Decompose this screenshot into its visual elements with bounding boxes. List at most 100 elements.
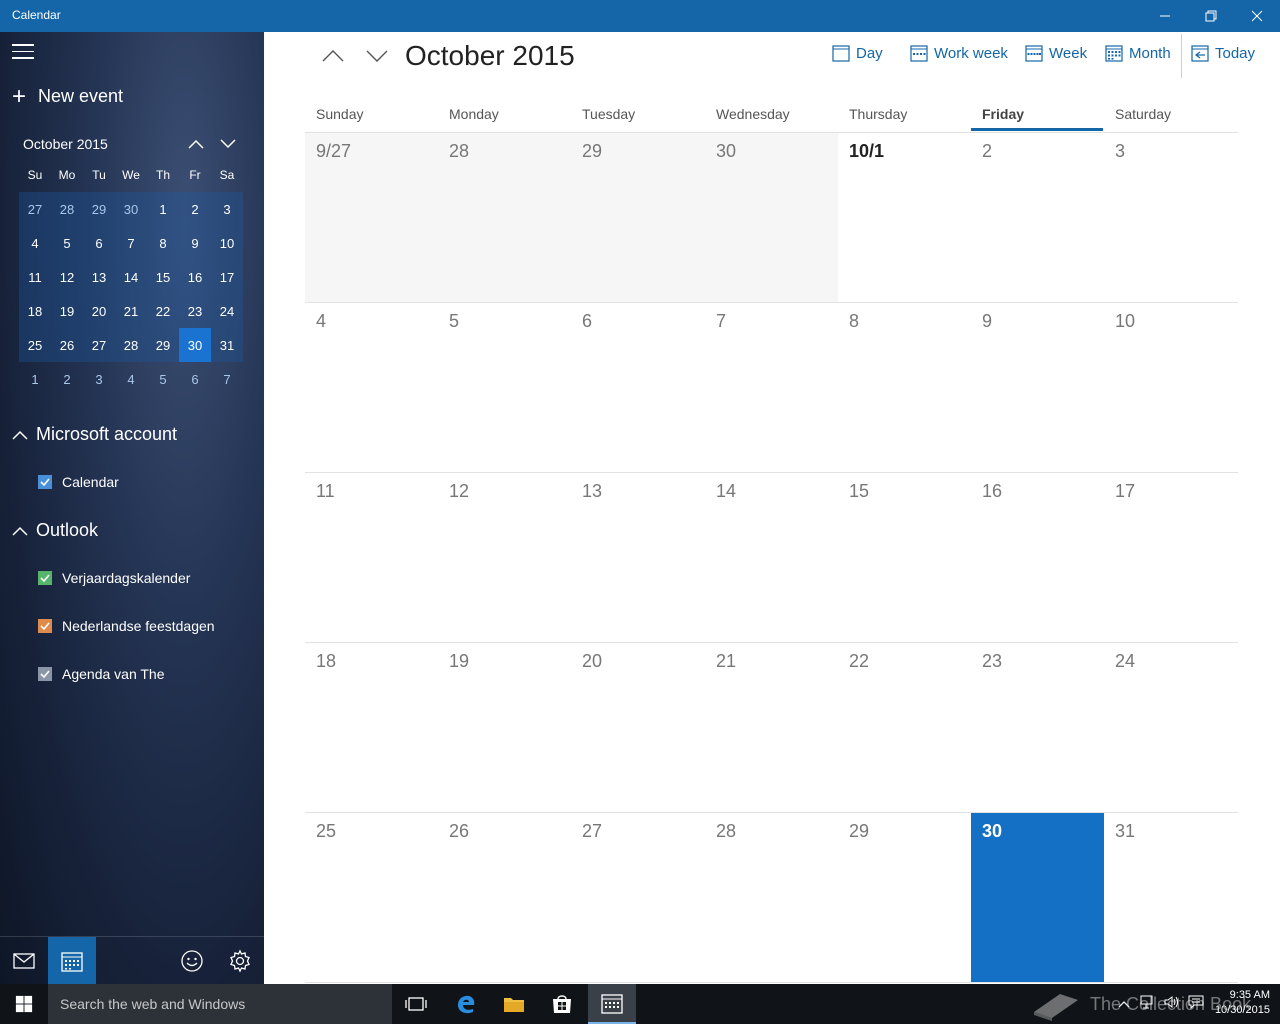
mini-day[interactable]: 16 [179,260,211,294]
mini-day[interactable]: 9 [179,226,211,260]
mini-day[interactable]: 5 [147,362,179,396]
mini-day[interactable]: 13 [83,260,115,294]
day-cell[interactable]: 11 [305,473,438,642]
mini-day[interactable]: 15 [147,260,179,294]
mini-day[interactable]: 18 [19,294,51,328]
mini-day[interactable]: 23 [179,294,211,328]
checkbox-checked-icon[interactable] [38,667,52,681]
checkbox-checked-icon[interactable] [38,571,52,585]
next-month-button[interactable] [362,44,392,68]
today-button[interactable]: Today [1191,44,1255,62]
mini-day[interactable]: 2 [51,362,83,396]
mini-day[interactable]: 20 [83,294,115,328]
day-cell-today[interactable]: 30 [971,813,1104,982]
day-cell[interactable]: 30 [705,133,838,302]
mini-day[interactable]: 5 [51,226,83,260]
day-cell[interactable]: 10/1 [838,133,971,302]
account-header-microsoft[interactable]: Microsoft account [12,424,177,445]
day-cell[interactable]: 16 [971,473,1104,642]
store-button[interactable] [538,984,586,1024]
mini-day[interactable]: 1 [19,362,51,396]
mini-day[interactable]: 12 [51,260,83,294]
day-cell[interactable]: 17 [1104,473,1238,642]
mini-day[interactable]: 27 [83,328,115,362]
volume-button[interactable] [1160,995,1184,1014]
mail-button[interactable] [0,937,48,984]
view-day-button[interactable]: Day [832,44,883,62]
mini-day[interactable]: 8 [147,226,179,260]
checkbox-checked-icon[interactable] [38,475,52,489]
mini-day[interactable]: 19 [51,294,83,328]
day-cell[interactable]: 22 [838,643,971,812]
day-cell[interactable]: 8 [838,303,971,472]
taskbar-search-box[interactable]: Search the web and Windows [48,984,392,1024]
close-button[interactable] [1234,0,1280,32]
day-cell[interactable]: 24 [1104,643,1238,812]
taskbar-clock[interactable]: 9:35 AM 10/30/2015 [1215,988,1270,1018]
minimize-button[interactable] [1142,0,1188,32]
calendar-toggle-calendar[interactable]: Calendar [38,474,119,490]
day-cell[interactable]: 31 [1104,813,1238,982]
mini-day[interactable]: 4 [19,226,51,260]
day-cell[interactable]: 21 [705,643,838,812]
mini-day[interactable]: 14 [115,260,147,294]
day-cell[interactable]: 25 [305,813,438,982]
calendar-app-button[interactable] [48,937,96,984]
day-cell[interactable]: 19 [438,643,571,812]
mini-day[interactable]: 6 [83,226,115,260]
show-hidden-icons-button[interactable] [1112,995,1136,1013]
mini-day[interactable]: 26 [51,328,83,362]
file-explorer-button[interactable] [490,984,538,1024]
task-view-button[interactable] [392,984,440,1024]
day-cell[interactable]: 20 [571,643,705,812]
day-cell[interactable]: 13 [571,473,705,642]
mini-day[interactable]: 3 [211,192,243,226]
view-work-week-button[interactable]: Work week [910,44,1008,62]
view-week-button[interactable]: Week [1025,44,1087,62]
mini-prev-month-button[interactable] [186,134,206,154]
day-cell[interactable]: 3 [1104,133,1238,302]
mini-day[interactable]: 3 [83,362,115,396]
calendar-toggle-agenda[interactable]: Agenda van The [38,666,165,682]
calendar-toggle-verjaardagskalender[interactable]: Verjaardagskalender [38,570,190,586]
mini-day[interactable]: 31 [211,328,243,362]
day-cell[interactable]: 6 [571,303,705,472]
day-cell[interactable]: 12 [438,473,571,642]
edge-browser-button[interactable] [442,984,490,1024]
mini-day[interactable]: 24 [211,294,243,328]
day-cell[interactable]: 9 [971,303,1104,472]
mini-day[interactable]: 7 [211,362,243,396]
day-cell[interactable]: 18 [305,643,438,812]
day-cell[interactable]: 27 [571,813,705,982]
mini-day[interactable]: 6 [179,362,211,396]
day-cell[interactable]: 23 [971,643,1104,812]
mini-day[interactable]: 27 [19,192,51,226]
day-cell[interactable]: 2 [971,133,1104,302]
network-button[interactable] [1136,995,1160,1014]
mini-day[interactable]: 11 [19,260,51,294]
mini-day[interactable]: 29 [83,192,115,226]
day-cell[interactable]: 14 [705,473,838,642]
mini-calendar-title[interactable]: October 2015 [23,136,108,152]
mini-day[interactable]: 10 [211,226,243,260]
day-cell[interactable]: 26 [438,813,571,982]
calendar-toggle-feestdagen[interactable]: Nederlandse feestdagen [38,618,215,634]
action-center-button[interactable] [1184,995,1208,1014]
day-cell[interactable]: 15 [838,473,971,642]
day-cell[interactable]: 28 [438,133,571,302]
day-cell[interactable]: 9/27 [305,133,438,302]
calendar-taskbar-button[interactable] [588,984,636,1024]
mini-day[interactable]: 4 [115,362,147,396]
prev-month-button[interactable] [318,44,348,68]
day-cell[interactable]: 10 [1104,303,1238,472]
mini-day[interactable]: 2 [179,192,211,226]
checkbox-checked-icon[interactable] [38,619,52,633]
new-event-button[interactable]: + New event [12,84,123,108]
start-button[interactable] [0,984,48,1024]
settings-button[interactable] [216,937,264,984]
day-cell[interactable]: 4 [305,303,438,472]
mini-day[interactable]: 22 [147,294,179,328]
mini-day[interactable]: 1 [147,192,179,226]
mini-day-selected[interactable]: 30 [179,328,211,362]
view-month-button[interactable]: Month [1105,44,1171,62]
